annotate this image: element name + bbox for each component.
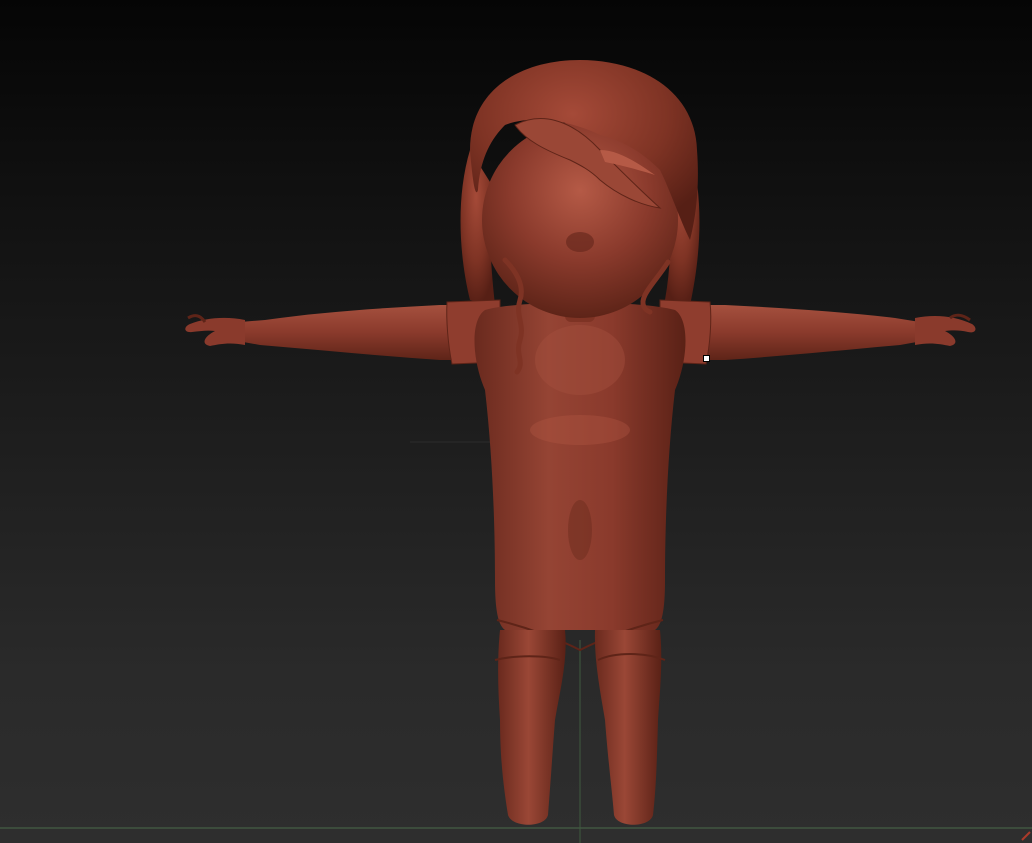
right-arm <box>705 305 932 360</box>
right-hand <box>915 316 976 346</box>
nose <box>566 232 594 252</box>
left-hand <box>185 317 245 346</box>
brush-cursor-icon <box>703 355 710 362</box>
left-hand-finger <box>187 314 207 323</box>
corner-mark <box>1021 831 1031 841</box>
navel-shade <box>568 500 592 560</box>
left-arm <box>228 305 460 360</box>
scene-canvas[interactable] <box>0 0 1032 843</box>
belly-highlight <box>530 415 630 445</box>
right-leg <box>594 630 662 825</box>
chest-highlight <box>535 325 625 395</box>
3d-viewport[interactable] <box>0 0 1032 843</box>
